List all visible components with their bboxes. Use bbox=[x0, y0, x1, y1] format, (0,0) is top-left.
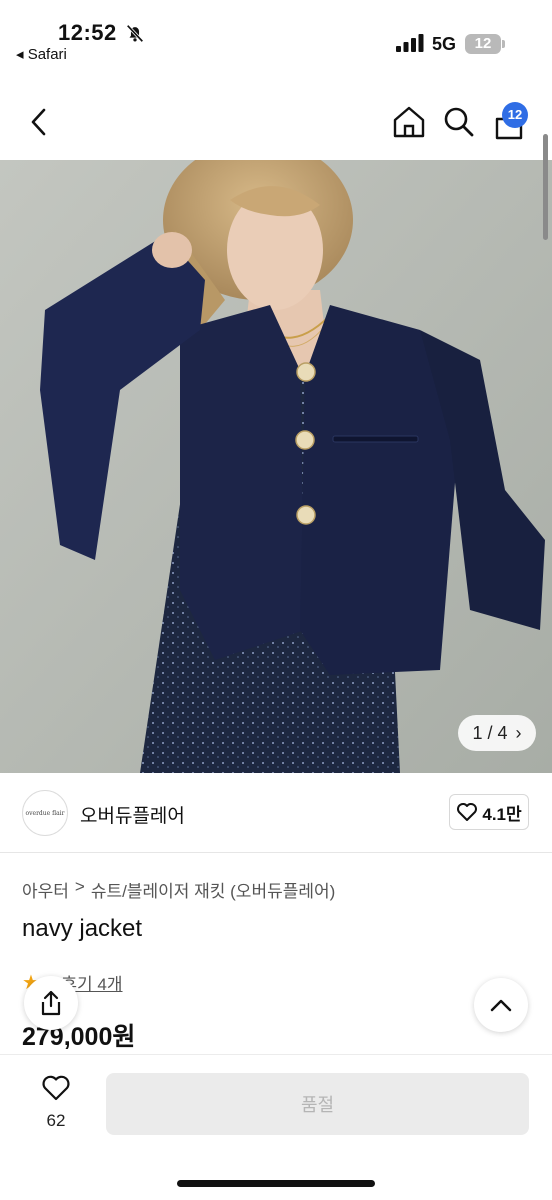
share-icon bbox=[41, 990, 61, 1016]
brand-like-button[interactable]: 4.1만 bbox=[449, 794, 529, 830]
chevron-right-icon: › bbox=[515, 722, 522, 743]
share-button[interactable] bbox=[24, 976, 78, 1030]
bell-off-icon bbox=[126, 24, 144, 43]
signal-icon bbox=[396, 34, 424, 52]
back-to-safari-link[interactable]: ◂ Safari bbox=[16, 45, 67, 63]
brand-logo-text: overdue flair bbox=[25, 809, 65, 817]
heart-icon bbox=[457, 803, 478, 821]
brand-row[interactable]: overdue flair 오버듀플레어 4.1만 bbox=[0, 773, 552, 853]
chevron-up-icon bbox=[490, 999, 512, 1012]
scroll-indicator[interactable] bbox=[543, 134, 548, 240]
scroll-to-top-button[interactable] bbox=[474, 978, 528, 1032]
network-type: 5G bbox=[432, 34, 457, 54]
breadcrumb: 아우터 > 슈트/블레이저 재킷 (오버듀플레어) bbox=[22, 877, 335, 902]
product-image-gallery[interactable]: 1 / 4 › bbox=[0, 160, 552, 773]
brand-name[interactable]: 오버듀플레어 bbox=[80, 801, 185, 828]
status-bar: 12:52 ◂ Safari 5G 12 bbox=[0, 0, 552, 76]
battery-level: 12 bbox=[465, 34, 501, 54]
wishlist-button[interactable]: 62 bbox=[30, 1074, 82, 1131]
back-icon[interactable] bbox=[28, 108, 50, 136]
home-icon[interactable] bbox=[392, 105, 426, 139]
home-indicator bbox=[177, 1180, 375, 1187]
image-page-counter[interactable]: 1 / 4 › bbox=[458, 715, 536, 751]
sold-out-button[interactable]: 품절 bbox=[106, 1073, 529, 1135]
breadcrumb-subcategory[interactable]: 슈트/블레이저 재킷 (오버듀플레어) bbox=[91, 877, 335, 902]
breadcrumb-category[interactable]: 아우터 bbox=[22, 877, 69, 902]
breadcrumb-separator: > bbox=[74, 877, 85, 896]
cart-count-badge: 12 bbox=[502, 102, 528, 128]
search-icon[interactable] bbox=[443, 106, 475, 138]
brand-logo: overdue flair bbox=[22, 790, 68, 836]
heart-icon bbox=[42, 1075, 70, 1101]
battery-cap bbox=[502, 40, 505, 48]
image-counter-text: 1 / 4 bbox=[472, 722, 508, 743]
brand-like-count: 4.1만 bbox=[482, 804, 522, 824]
app-header bbox=[0, 76, 552, 160]
product-title: navy jacket bbox=[22, 915, 143, 942]
wishlist-count: 62 bbox=[46, 1111, 66, 1130]
product-photo bbox=[0, 160, 552, 773]
status-time: 12:52 bbox=[58, 20, 117, 45]
